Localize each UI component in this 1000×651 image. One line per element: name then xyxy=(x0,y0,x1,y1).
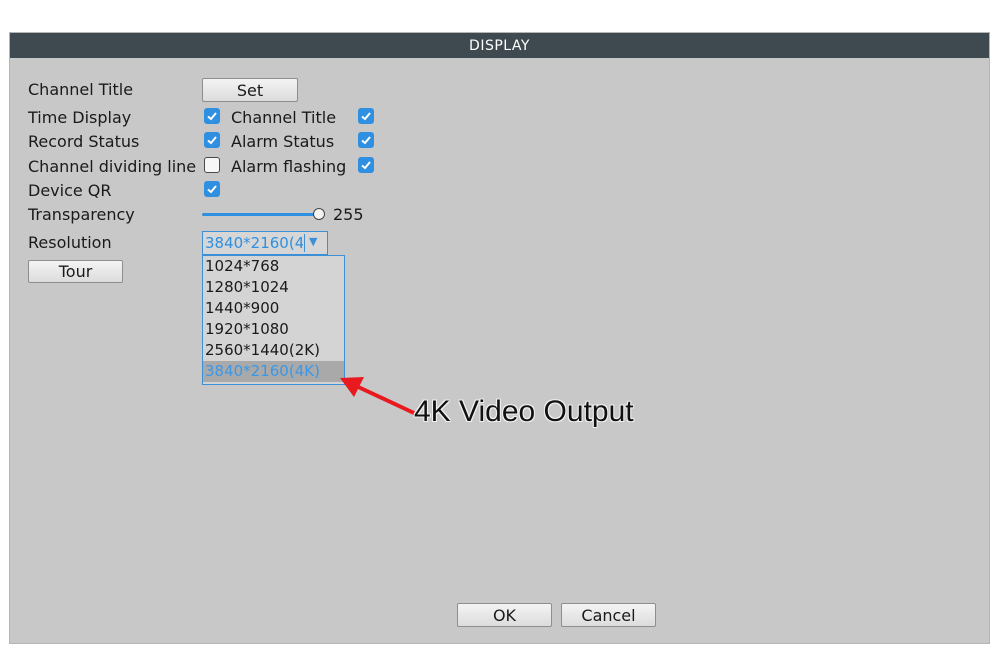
cancel-button[interactable]: Cancel xyxy=(561,603,656,627)
checkmark-icon xyxy=(207,112,217,121)
checkmark-icon xyxy=(361,136,371,145)
resolution-option[interactable]: 2560*1440(2K) xyxy=(203,340,344,361)
record-status-checkbox[interactable] xyxy=(204,132,220,148)
resolution-dropdown-list: 1024*768 1280*1024 1440*900 1920*1080 25… xyxy=(202,255,345,385)
alarm-flashing-label: Alarm flashing xyxy=(231,157,347,176)
time-display-checkbox[interactable] xyxy=(204,108,220,124)
red-arrow-icon xyxy=(340,377,416,415)
resolution-option[interactable]: 1920*1080 xyxy=(203,319,344,340)
transparency-value: 255 xyxy=(333,205,364,224)
resolution-selected-value: 3840*2160(4K) xyxy=(205,234,303,252)
transparency-label: Transparency xyxy=(28,205,135,224)
alarm-status-checkbox[interactable] xyxy=(358,132,374,148)
channel-dividing-line-checkbox[interactable] xyxy=(204,157,220,173)
annotation-caption: 4K Video Output xyxy=(414,395,634,428)
resolution-select[interactable]: 3840*2160(4K) ▼ xyxy=(202,231,328,255)
channel-title-label: Channel Title xyxy=(28,80,134,99)
channel-title-overlay-label: Channel Title xyxy=(231,108,337,127)
ok-button[interactable]: OK xyxy=(457,603,552,627)
resolution-label: Resolution xyxy=(28,233,112,252)
time-display-label: Time Display xyxy=(28,108,132,127)
device-qr-label: Device QR xyxy=(28,181,112,200)
channel-dividing-line-label: Channel dividing line xyxy=(28,157,197,176)
transparency-slider-handle[interactable] xyxy=(313,208,325,220)
device-qr-checkbox[interactable] xyxy=(204,181,220,197)
alarm-status-label: Alarm Status xyxy=(231,132,335,151)
set-button[interactable]: Set xyxy=(202,78,298,102)
tour-button[interactable]: Tour xyxy=(28,260,123,283)
dropdown-arrow-icon[interactable]: ▼ xyxy=(309,235,317,248)
checkmark-icon xyxy=(207,136,217,145)
channel-title-checkbox[interactable] xyxy=(358,108,374,124)
dialog-title: DISPLAY xyxy=(10,33,989,58)
resolution-option-selected[interactable]: 3840*2160(4K) xyxy=(203,361,344,382)
alarm-flashing-checkbox[interactable] xyxy=(358,157,374,173)
display-dialog: DISPLAY Channel Title Time Display Recor… xyxy=(9,32,990,644)
checkmark-icon xyxy=(361,161,371,170)
resolution-option[interactable]: 1024*768 xyxy=(203,256,344,277)
checkmark-icon xyxy=(207,185,217,194)
record-status-label: Record Status xyxy=(28,132,140,151)
resolution-option[interactable]: 1280*1024 xyxy=(203,277,344,298)
resolution-option[interactable]: 1440*900 xyxy=(203,298,344,319)
select-divider xyxy=(304,234,305,252)
checkmark-icon xyxy=(361,112,371,121)
transparency-slider-track[interactable] xyxy=(202,213,318,216)
